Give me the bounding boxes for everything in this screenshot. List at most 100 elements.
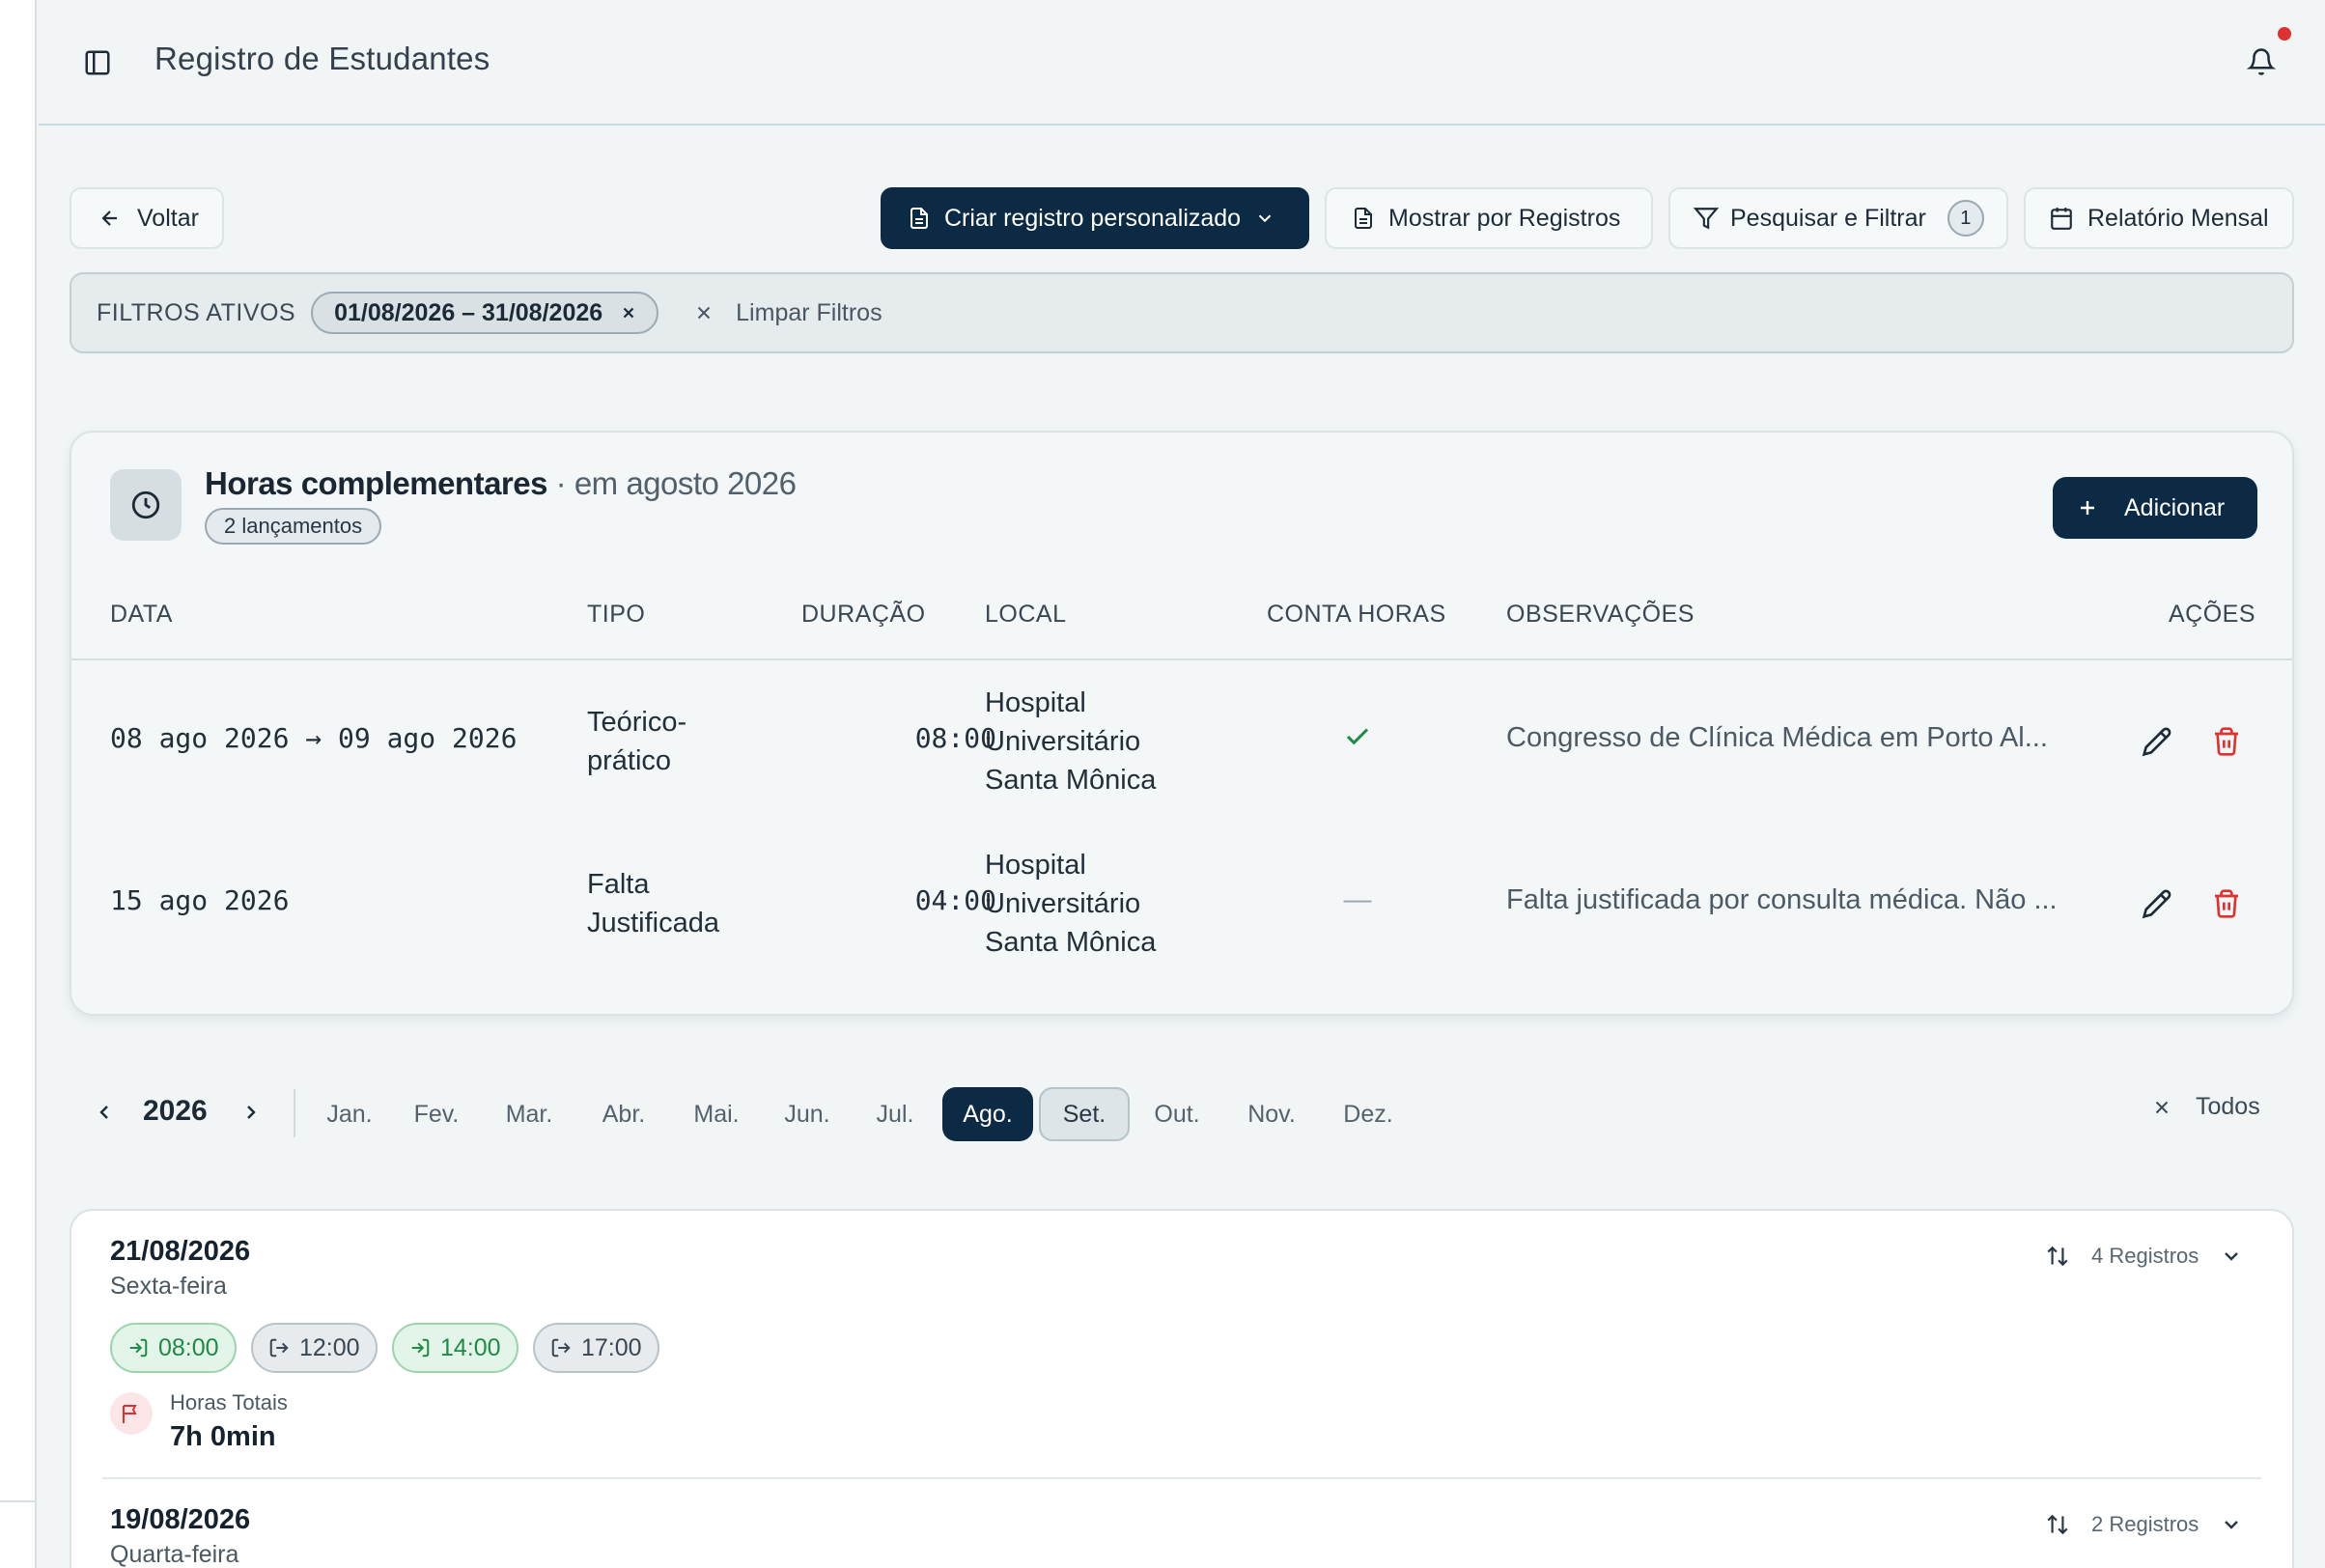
row-duration: 04:00: [914, 884, 996, 916]
sort-arrows-icon: [2047, 1246, 2068, 1267]
trash-icon[interactable]: [2205, 882, 2248, 925]
month-feb[interactable]: Fev.: [404, 1087, 469, 1141]
month-dec[interactable]: Dez.: [1334, 1087, 1402, 1141]
clear-filters-label: Limpar Filtros: [736, 298, 882, 326]
all-label: Todos: [2196, 1093, 2260, 1120]
add-label: Adicionar: [2124, 493, 2226, 521]
time-chip-exit[interactable]: 17:00: [533, 1323, 659, 1373]
all-months-button[interactable]: Todos: [2151, 1093, 2260, 1121]
edit-pencil-icon[interactable]: [2136, 720, 2178, 763]
row-local: Hospital Universitário Santa Mônica: [985, 684, 1156, 799]
divider: [102, 1477, 2261, 1479]
records-toggle[interactable]: 2 Registros: [2045, 1512, 2243, 1537]
trash-icon[interactable]: [2205, 720, 2248, 763]
records-toggle[interactable]: 4 Registros: [2045, 1244, 2243, 1269]
document-icon: [910, 208, 928, 229]
column-header-local: LOCAL: [985, 601, 1067, 628]
row-local-line: Hospital: [985, 850, 1086, 881]
calendar-icon: [2051, 208, 2072, 230]
complementary-hours-card: Horas complementares · em agosto 2026 2 …: [70, 431, 2294, 1016]
close-icon[interactable]: [620, 304, 637, 322]
add-entry-button[interactable]: Adicionar: [2053, 477, 2257, 539]
column-header-date: DATA: [110, 601, 173, 628]
show-by-records-button[interactable]: Mostrar por Registros: [1325, 187, 1653, 249]
total-hours-label: Horas Totais: [170, 1390, 288, 1414]
no-count-dash: —: [1343, 884, 1372, 915]
column-header-counts-hours: CONTA HORAS: [1267, 601, 1446, 628]
search-filter-label: Pesquisar e Filtrar: [1730, 204, 1926, 232]
create-label: Criar registro personalizado: [944, 204, 1242, 232]
month-sep[interactable]: Set.: [1039, 1087, 1130, 1141]
log-in-icon: [129, 1338, 148, 1358]
day-weekday: Quarta-feira: [110, 1541, 239, 1568]
chevron-left-icon[interactable]: [85, 1093, 124, 1132]
active-filters-bar: FILTROS ATIVOS 01/08/2026 – 31/08/2026 L…: [70, 272, 2294, 353]
rail-divider: [0, 1500, 37, 1502]
day-date: 21/08/2026: [110, 1236, 251, 1267]
month-apr[interactable]: Abr.: [591, 1087, 657, 1141]
time-value: 08:00: [158, 1333, 219, 1361]
chevron-down-icon: [2225, 1521, 2239, 1529]
log-in-icon: [411, 1338, 430, 1358]
column-header-observations: OBSERVAÇÕES: [1506, 601, 1695, 628]
monthly-report-label: Relatório Mensal: [2087, 204, 2269, 232]
create-custom-record-button[interactable]: Criar registro personalizado: [881, 187, 1309, 249]
day-weekday: Sexta-feira: [110, 1273, 227, 1300]
row-local-line: Santa Mônica: [985, 765, 1157, 796]
time-value: 17:00: [581, 1333, 642, 1361]
date-range-filter-chip[interactable]: 01/08/2026 – 31/08/2026: [311, 292, 659, 334]
day-date: 19/08/2026: [110, 1504, 251, 1535]
entries-count-badge: 2 lançamentos: [205, 508, 382, 545]
month-may[interactable]: Mai.: [684, 1087, 749, 1141]
column-header-type: TIPO: [587, 601, 646, 628]
row-local-line: Santa Mônica: [985, 927, 1157, 958]
row-duration: 08:00: [914, 722, 996, 754]
chevron-right-icon[interactable]: [232, 1093, 270, 1132]
time-chip-entry[interactable]: 14:00: [392, 1323, 518, 1373]
search-filter-button[interactable]: Pesquisar e Filtrar 1: [1668, 187, 2008, 249]
sort-arrows-icon: [2047, 1514, 2068, 1535]
filter-icon: [1694, 208, 1719, 230]
chevron-down-icon: [1258, 214, 1272, 223]
month-nov[interactable]: Nov.: [1238, 1087, 1305, 1141]
year-label: 2026: [143, 1095, 208, 1127]
time-chip-entry[interactable]: 08:00: [110, 1323, 237, 1373]
filter-count-badge: 1: [1947, 200, 1984, 237]
section-heading: Horas complementares · em agosto 2026: [205, 465, 797, 502]
total-hours-value: 7h 0min: [170, 1421, 276, 1452]
column-header-duration: DURAÇÃO: [801, 601, 926, 628]
show-label: Mostrar por Registros: [1388, 204, 1621, 232]
monthly-report-button[interactable]: Relatório Mensal: [2024, 187, 2294, 249]
row-local-line: Hospital: [985, 687, 1086, 718]
date-range-value: 01/08/2026 – 31/08/2026: [334, 298, 603, 326]
sidebar-toggle-icon[interactable]: [81, 46, 114, 79]
row-type-line: Teórico-: [587, 707, 687, 738]
back-button[interactable]: Voltar: [70, 187, 224, 249]
month-oct[interactable]: Out.: [1143, 1087, 1211, 1141]
notification-dot: [2278, 27, 2291, 41]
check-icon: [1338, 722, 1377, 751]
edit-pencil-icon[interactable]: [2136, 882, 2178, 925]
clear-filters-button[interactable]: Limpar Filtros: [693, 299, 882, 327]
month-jul[interactable]: Jul.: [863, 1087, 927, 1141]
row-type-line: Justificada: [587, 908, 720, 938]
row-local-line: Universitário: [985, 888, 1141, 919]
month-mar[interactable]: Mar.: [496, 1087, 562, 1141]
row-type-line: prático: [587, 745, 672, 776]
records-count: 4 Registros: [2091, 1244, 2199, 1268]
flag-icon: [110, 1392, 153, 1435]
time-chip-exit[interactable]: 12:00: [251, 1323, 378, 1373]
close-icon: [697, 306, 711, 320]
row-observation: Falta justificada por consulta médica. N…: [1506, 884, 2058, 915]
month-aug[interactable]: Ago.: [942, 1087, 1033, 1141]
month-jun[interactable]: Jun.: [774, 1087, 840, 1141]
notification-bell-icon[interactable]: [2242, 42, 2281, 81]
row-type: Teórico-prático: [587, 703, 686, 780]
back-label: Voltar: [137, 204, 199, 232]
row-observation: Congresso de Clínica Médica em Porto Al.…: [1506, 722, 2048, 753]
close-icon: [2155, 1101, 2169, 1113]
clock-icon: [110, 469, 182, 541]
table-row: 08 ago 2026 → 09 ago 2026 Teórico-prátic…: [71, 662, 2292, 825]
daily-records-list: 21/08/2026 Sexta-feira 4 Registros 08:00…: [70, 1209, 2294, 1568]
month-jan[interactable]: Jan.: [317, 1087, 382, 1141]
